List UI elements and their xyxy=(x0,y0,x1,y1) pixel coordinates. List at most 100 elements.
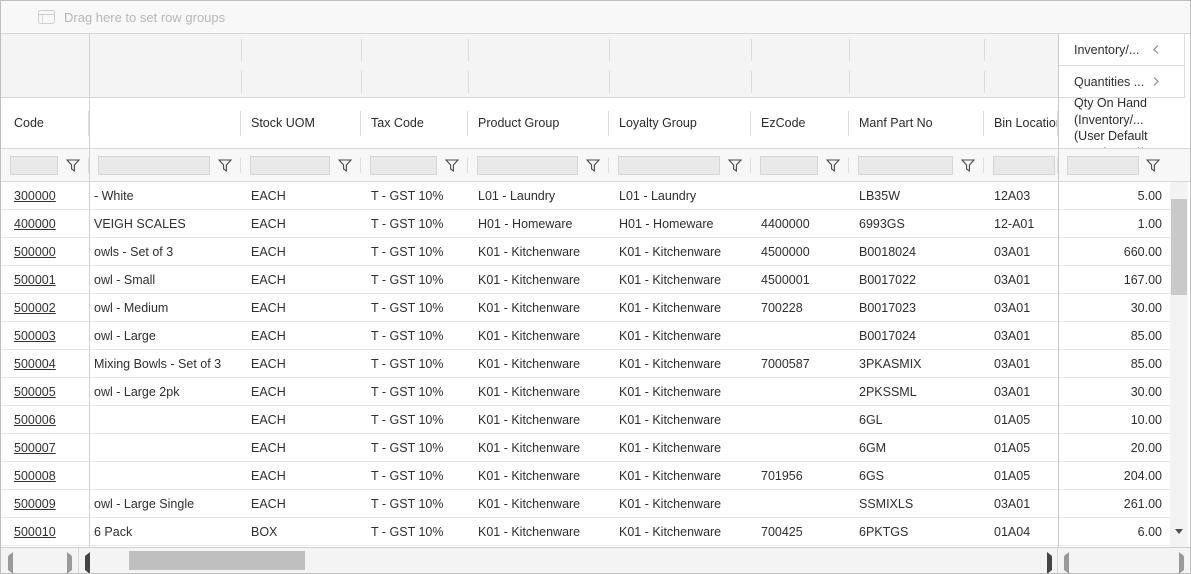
cell-stock_uom[interactable]: EACH xyxy=(241,406,361,433)
filter-input-tax_code[interactable] xyxy=(370,156,437,175)
cell-loyalty_group[interactable]: K01 - Kitchenware xyxy=(609,462,751,489)
cell-description[interactable] xyxy=(89,462,241,489)
column-header-qty-on-hand[interactable]: Qty On Hand(Inventory/...(User DefaultWa… xyxy=(1058,98,1190,149)
cell-loyalty_group[interactable]: K01 - Kitchenware xyxy=(609,518,751,545)
cell-description[interactable] xyxy=(89,406,241,433)
code-link[interactable]: 500009 xyxy=(14,497,56,511)
cell-product_group[interactable]: K01 - Kitchenware xyxy=(468,322,609,349)
cell-manf_part_no[interactable]: 6PKTGS xyxy=(849,518,984,545)
cell-product_group[interactable]: H01 - Homeware xyxy=(468,210,609,237)
cell-ezcode[interactable] xyxy=(751,378,849,405)
cell-ezcode[interactable] xyxy=(751,406,849,433)
filter-funnel-icon[interactable] xyxy=(961,159,975,172)
vertical-scrollbar-thumb[interactable] xyxy=(1171,199,1187,295)
cell-qty-on-hand[interactable]: 5.00 xyxy=(1059,182,1170,210)
code-link[interactable]: 500005 xyxy=(14,385,56,399)
cell-tax_code[interactable]: T - GST 10% xyxy=(361,266,468,293)
cell-product_group[interactable]: K01 - Kitchenware xyxy=(468,294,609,321)
cell-ezcode[interactable] xyxy=(751,434,849,461)
cell-ezcode[interactable]: 701956 xyxy=(751,462,849,489)
cell-ezcode[interactable]: 4400000 xyxy=(751,210,849,237)
cell-description[interactable]: owls - Set of 3 xyxy=(89,238,241,265)
code-link[interactable]: 400000 xyxy=(14,217,56,231)
cell-manf_part_no[interactable]: LB35W xyxy=(849,182,984,209)
filter-input-manf_part_no[interactable] xyxy=(858,156,953,175)
cell-manf_part_no[interactable]: 3PKASMIX xyxy=(849,350,984,377)
filter-funnel-icon[interactable] xyxy=(445,159,459,172)
code-link[interactable]: 500001 xyxy=(14,273,56,287)
cell-product_group[interactable]: K01 - Kitchenware xyxy=(468,378,609,405)
cell-description[interactable]: - White xyxy=(89,182,241,209)
code-link[interactable]: 300000 xyxy=(14,189,56,203)
cell-code[interactable]: 500010 xyxy=(1,518,89,545)
cell-qty-on-hand[interactable]: 85.00 xyxy=(1059,350,1170,378)
cell-bin_location[interactable]: 01A05 xyxy=(984,462,1058,489)
cell-stock_uom[interactable]: EACH xyxy=(241,490,361,517)
cell-code[interactable]: 500003 xyxy=(1,322,89,349)
cell-description[interactable]: owl - Large 2pk xyxy=(89,378,241,405)
scroll-right-arrow[interactable] xyxy=(1047,556,1052,570)
cell-manf_part_no[interactable]: B0017024 xyxy=(849,322,984,349)
filter-funnel-icon[interactable] xyxy=(728,159,742,172)
filter-input-qty-on-hand[interactable] xyxy=(1067,156,1139,175)
cell-qty-on-hand[interactable]: 10.00 xyxy=(1059,406,1170,434)
cell-bin_location[interactable]: 03A01 xyxy=(984,238,1058,265)
cell-tax_code[interactable]: T - GST 10% xyxy=(361,518,468,545)
cell-bin_location[interactable]: 03A01 xyxy=(984,490,1058,517)
cell-ezcode[interactable] xyxy=(751,490,849,517)
cell-qty-on-hand[interactable]: 261.00 xyxy=(1059,490,1170,518)
cell-description[interactable]: 6 Pack xyxy=(89,518,241,545)
code-link[interactable]: 500000 xyxy=(14,245,56,259)
cell-product_group[interactable]: L01 - Laundry xyxy=(468,182,609,209)
cell-manf_part_no[interactable]: B0018024 xyxy=(849,238,984,265)
column-header-loyalty_group[interactable]: Loyalty Group xyxy=(609,98,751,148)
cell-tax_code[interactable]: T - GST 10% xyxy=(361,462,468,489)
cell-product_group[interactable]: K01 - Kitchenware xyxy=(468,434,609,461)
filter-funnel-icon[interactable] xyxy=(586,159,600,172)
cell-code[interactable]: 500001 xyxy=(1,266,89,293)
cell-qty-on-hand[interactable]: 30.00 xyxy=(1059,378,1170,406)
column-header-bin_location[interactable]: Bin Location xyxy=(984,98,1058,148)
column-header-product_group[interactable]: Product Group xyxy=(468,98,609,148)
filter-input-stock_uom[interactable] xyxy=(250,156,330,175)
cell-stock_uom[interactable]: EACH xyxy=(241,434,361,461)
cell-bin_location[interactable]: 03A01 xyxy=(984,350,1058,377)
horizontal-scrollbar-thumb[interactable] xyxy=(129,551,305,570)
chevron-right-icon[interactable] xyxy=(1152,76,1160,87)
filter-input-loyalty_group[interactable] xyxy=(618,156,720,175)
code-link[interactable]: 500002 xyxy=(14,301,56,315)
cell-ezcode[interactable]: 4500001 xyxy=(751,266,849,293)
cell-ezcode[interactable]: 700228 xyxy=(751,294,849,321)
filter-input-description[interactable] xyxy=(98,156,210,175)
cell-ezcode[interactable] xyxy=(751,182,849,209)
cell-bin_location[interactable]: 12A03 xyxy=(984,182,1058,209)
code-link[interactable]: 500007 xyxy=(14,441,56,455)
filter-input-product_group[interactable] xyxy=(477,156,578,175)
scroll-left-arrow[interactable] xyxy=(8,556,13,570)
cell-bin_location[interactable]: 01A04 xyxy=(984,518,1058,545)
column-header-stock_uom[interactable]: Stock UOM xyxy=(241,98,361,148)
scroll-down-arrow[interactable] xyxy=(1175,534,1183,548)
cell-qty-on-hand[interactable]: 1.00 xyxy=(1059,210,1170,238)
cell-loyalty_group[interactable]: K01 - Kitchenware xyxy=(609,434,751,461)
cell-description[interactable]: owl - Large xyxy=(89,322,241,349)
cell-code[interactable]: 500006 xyxy=(1,406,89,433)
cell-qty-on-hand[interactable]: 660.00 xyxy=(1059,238,1170,266)
cell-manf_part_no[interactable]: 6GM xyxy=(849,434,984,461)
cell-code[interactable]: 500002 xyxy=(1,294,89,321)
cell-description[interactable]: Mixing Bowls - Set of 3 xyxy=(89,350,241,377)
cell-tax_code[interactable]: T - GST 10% xyxy=(361,182,468,209)
chevron-left-icon[interactable] xyxy=(1152,44,1160,55)
cell-product_group[interactable]: K01 - Kitchenware xyxy=(468,406,609,433)
cell-manf_part_no[interactable]: 6993GS xyxy=(849,210,984,237)
cell-stock_uom[interactable]: EACH xyxy=(241,182,361,209)
cell-bin_location[interactable]: 01A05 xyxy=(984,406,1058,433)
code-link[interactable]: 500008 xyxy=(14,469,56,483)
cell-code[interactable]: 500008 xyxy=(1,462,89,489)
filter-funnel-icon[interactable] xyxy=(66,159,80,172)
cell-loyalty_group[interactable]: K01 - Kitchenware xyxy=(609,322,751,349)
scroll-left-arrow[interactable] xyxy=(1064,556,1069,570)
cell-ezcode[interactable]: 4500000 xyxy=(751,238,849,265)
cell-code[interactable]: 400000 xyxy=(1,210,89,237)
filter-input-code[interactable] xyxy=(10,156,58,175)
